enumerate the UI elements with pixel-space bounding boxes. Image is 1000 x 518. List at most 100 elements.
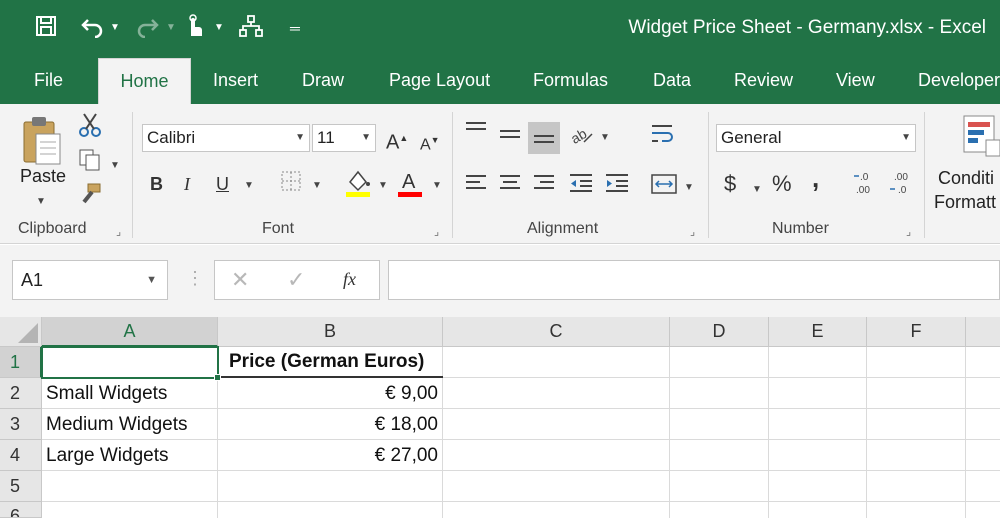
copy-icon[interactable]	[78, 148, 102, 178]
undo-dropdown-icon[interactable]: ▼	[110, 14, 120, 42]
tab-review[interactable]: Review	[734, 56, 793, 104]
group-divider	[452, 112, 453, 238]
touch-dropdown-icon[interactable]: ▼	[214, 14, 224, 42]
align-middle-icon[interactable]	[498, 124, 522, 150]
conditional-formatting-label-2[interactable]: Formatt	[934, 192, 996, 213]
tab-insert[interactable]: Insert	[213, 56, 258, 104]
cell-b4[interactable]: € 27,00	[218, 441, 438, 471]
number-launcher-icon[interactable]: ⌟	[906, 225, 911, 238]
comma-style-button[interactable]: ,	[812, 165, 819, 191]
gridline	[669, 347, 670, 518]
copy-dropdown-icon[interactable]: ▼	[110, 154, 120, 178]
formula-input[interactable]	[388, 260, 1000, 300]
align-right-icon[interactable]	[532, 172, 556, 200]
orientation-dropdown-icon[interactable]: ▼	[600, 126, 610, 150]
tab-view[interactable]: View	[836, 56, 875, 104]
increase-decimal-icon[interactable]: .0.00	[852, 170, 880, 202]
cell-b1[interactable]: Price (German Euros)	[229, 347, 424, 377]
wrap-text-icon[interactable]	[650, 122, 676, 152]
selected-cell-a1[interactable]	[41, 346, 219, 379]
row-header-1[interactable]: 1	[0, 347, 42, 378]
tab-formulas[interactable]: Formulas	[533, 56, 608, 104]
title-bar: ▼ ▼ ▼ ═ Widget Price Sheet - Germany.xls…	[0, 0, 1000, 56]
hierarchy-icon[interactable]	[238, 14, 264, 46]
svg-text:ab: ab	[568, 125, 590, 146]
redo-icon[interactable]	[134, 14, 160, 46]
bold-button[interactable]: B	[150, 172, 163, 196]
merge-dropdown-icon[interactable]: ▼	[684, 176, 694, 200]
row-header-5[interactable]: 5	[0, 471, 42, 502]
tab-data[interactable]: Data	[653, 56, 691, 104]
borders-dropdown-icon[interactable]: ▼	[312, 174, 322, 198]
currency-button[interactable]: $	[724, 172, 736, 196]
fill-color-icon[interactable]	[344, 168, 372, 204]
fill-color-dropdown-icon[interactable]: ▼	[378, 174, 388, 198]
tab-page-layout[interactable]: Page Layout	[389, 56, 490, 104]
name-box[interactable]: A1 ▼	[12, 260, 168, 300]
merge-center-icon[interactable]	[650, 172, 678, 202]
conditional-formatting-label-1[interactable]: Conditi	[938, 168, 994, 189]
align-center-icon[interactable]	[498, 172, 522, 200]
ribbon-tabs: File Home Insert Draw Page Layout Formul…	[0, 56, 1000, 104]
italic-button[interactable]: I	[184, 172, 190, 196]
paste-icon[interactable]	[18, 114, 68, 170]
tab-home[interactable]: Home	[98, 58, 191, 104]
cell-a2[interactable]: Small Widgets	[46, 379, 167, 409]
cell-a4[interactable]: Large Widgets	[46, 441, 169, 471]
column-header-d[interactable]: D	[670, 317, 769, 347]
row-header-3[interactable]: 3	[0, 409, 42, 440]
save-icon[interactable]	[34, 14, 58, 46]
align-left-icon[interactable]	[464, 172, 488, 200]
number-format-select[interactable]: General ▼	[716, 124, 916, 152]
conditional-formatting-icon[interactable]	[962, 112, 1000, 166]
chevron-down-icon[interactable]: ▼	[146, 261, 157, 299]
row-header-6[interactable]: 6	[0, 502, 42, 518]
increase-indent-icon[interactable]	[604, 172, 630, 200]
paste-button[interactable]: Paste	[20, 166, 66, 187]
row-header-4[interactable]: 4	[0, 440, 42, 471]
insert-function-button[interactable]: fx	[343, 269, 356, 290]
column-header-b[interactable]: B	[218, 317, 443, 347]
cancel-icon[interactable]: ✕	[231, 267, 249, 293]
touch-mode-icon[interactable]	[184, 14, 204, 46]
column-header-next[interactable]	[966, 317, 1000, 347]
select-all-button[interactable]	[0, 317, 42, 347]
clipboard-launcher-icon[interactable]: ⌟	[116, 225, 121, 238]
align-top-icon[interactable]	[464, 120, 488, 146]
percent-button[interactable]: %	[772, 172, 792, 196]
decrease-indent-icon[interactable]	[568, 172, 594, 200]
alignment-launcher-icon[interactable]: ⌟	[690, 225, 695, 238]
column-header-a[interactable]: A	[42, 317, 218, 347]
font-name-select[interactable]: Calibri ▼	[142, 124, 310, 152]
currency-dropdown-icon[interactable]: ▼	[752, 178, 762, 202]
cell-b2[interactable]: € 9,00	[218, 379, 438, 409]
row-header-2[interactable]: 2	[0, 378, 42, 409]
tab-draw[interactable]: Draw	[302, 56, 344, 104]
tab-file[interactable]: File	[34, 56, 63, 104]
column-header-e[interactable]: E	[769, 317, 867, 347]
orientation-icon[interactable]: ab	[568, 122, 594, 152]
paste-dropdown-icon[interactable]: ▼	[36, 190, 46, 214]
column-header-f[interactable]: F	[867, 317, 966, 347]
decrease-font-size-icon[interactable]: A▼	[420, 128, 440, 157]
redo-dropdown-icon[interactable]: ▼	[166, 14, 176, 42]
align-bottom-icon[interactable]	[528, 122, 560, 154]
font-color-dropdown-icon[interactable]: ▼	[432, 174, 442, 198]
font-size-select[interactable]: 11 ▼	[312, 124, 376, 152]
decrease-decimal-icon[interactable]: .00.0	[888, 170, 916, 202]
tab-developer[interactable]: Developer	[918, 56, 1000, 104]
customize-qat-icon[interactable]: ═	[290, 14, 300, 42]
cut-icon[interactable]	[78, 112, 102, 144]
cell-a3[interactable]: Medium Widgets	[46, 410, 188, 440]
undo-icon[interactable]	[80, 14, 106, 46]
borders-icon[interactable]	[278, 170, 304, 198]
font-color-icon[interactable]: A	[396, 168, 424, 204]
font-launcher-icon[interactable]: ⌟	[434, 225, 439, 238]
increase-font-size-icon[interactable]: A▲	[386, 126, 408, 155]
column-header-c[interactable]: C	[443, 317, 670, 347]
cell-b3[interactable]: € 18,00	[218, 410, 438, 440]
underline-dropdown-icon[interactable]: ▼	[244, 174, 254, 198]
format-painter-icon[interactable]	[78, 182, 102, 212]
enter-icon[interactable]: ✓	[287, 267, 305, 293]
underline-button[interactable]: U	[216, 172, 229, 196]
